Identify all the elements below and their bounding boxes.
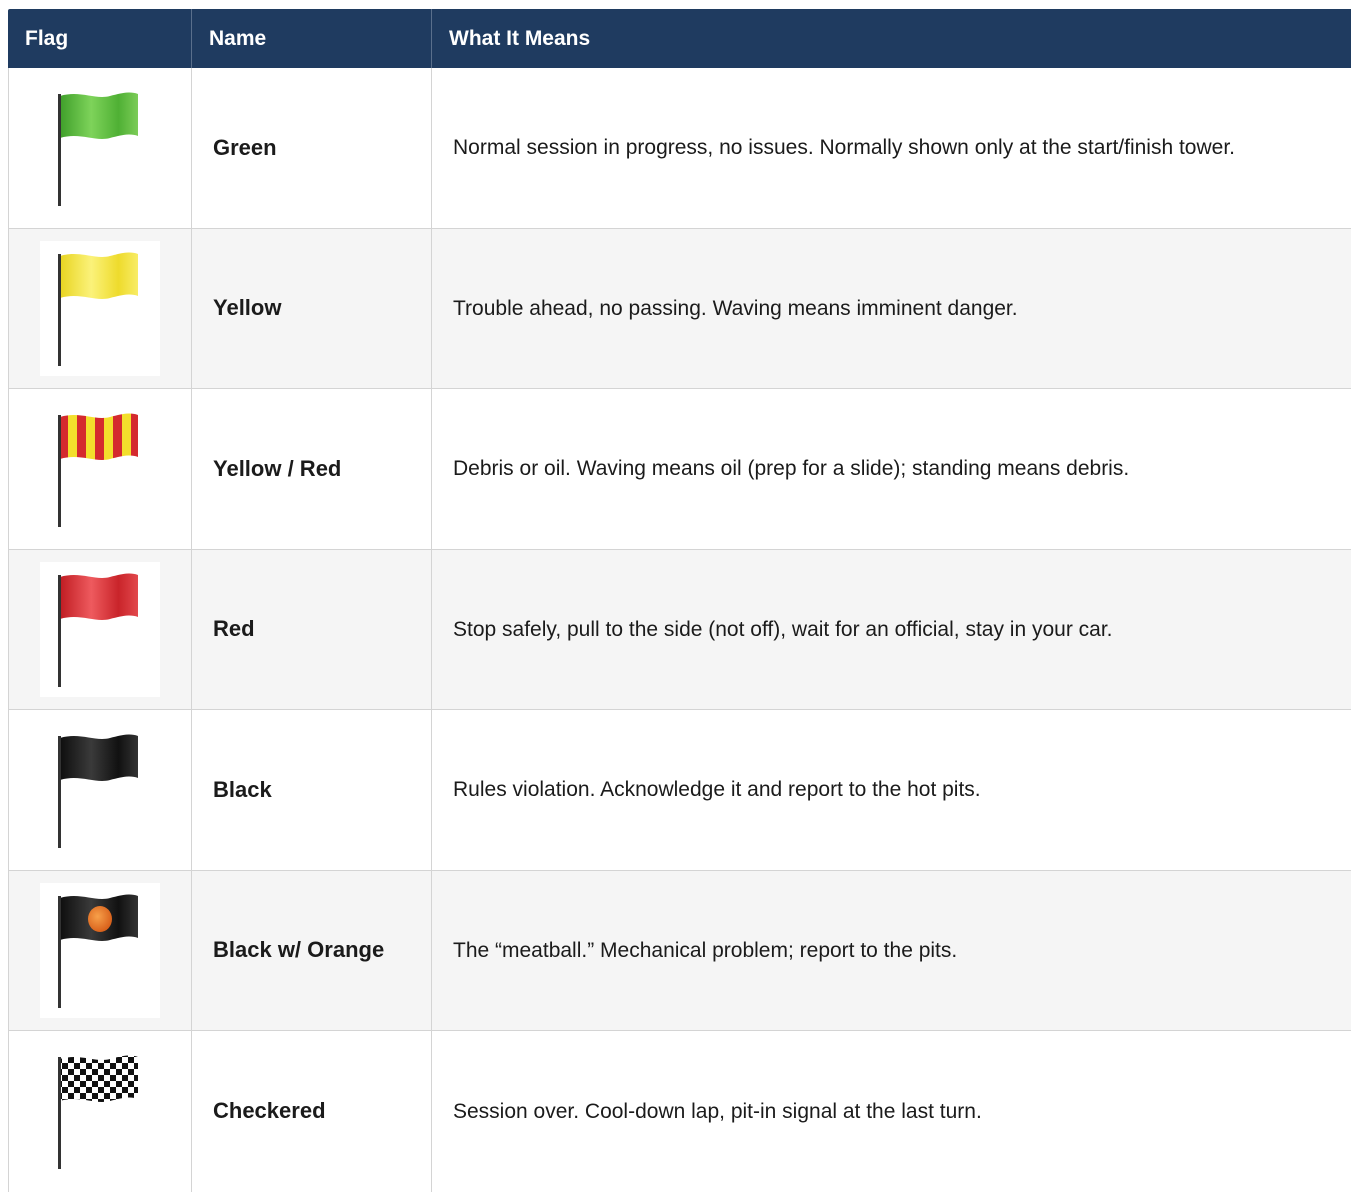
flag-meaning: Session over. Cool-down lap, pit-in sign… [431, 1031, 1351, 1192]
flag-name: Checkered [191, 1031, 431, 1192]
flag-name: Black w/ Orange [191, 870, 431, 1030]
table-row: Yellow / Red Debris or oil. Waving means… [8, 389, 1351, 550]
table-row: Black Rules violation. Acknowledge it an… [8, 710, 1351, 871]
flag-meaning: The “meatball.” Mechanical problem; repo… [431, 870, 1351, 1030]
yellow-flag-icon [58, 252, 138, 367]
flag-name: Yellow / Red [191, 389, 431, 549]
flag-cell [8, 1031, 191, 1192]
black-orange-meatball-flag-icon [58, 894, 138, 1009]
table-header: Flag Name What It Means [8, 9, 1351, 68]
green-flag-icon [58, 92, 138, 206]
flag-name: Red [191, 549, 431, 709]
flag-name: Green [191, 68, 431, 228]
flag-cell [8, 870, 191, 1030]
flag-cell [8, 228, 191, 388]
flag-name: Yellow [191, 228, 431, 388]
flag-cell [8, 549, 191, 709]
flag-meaning: Trouble ahead, no passing. Waving means … [431, 228, 1351, 388]
header-meaning: What It Means [431, 9, 1351, 68]
red-flag-icon [58, 573, 138, 688]
table-row: Checkered Session over. Cool-down lap, p… [8, 1031, 1351, 1192]
flag-meaning: Rules violation. Acknowledge it and repo… [431, 710, 1351, 870]
table-row: Green Normal session in progress, no iss… [8, 68, 1351, 229]
black-flag-icon [58, 734, 138, 848]
checkered-flag-icon [58, 1055, 138, 1170]
flag-cell [8, 389, 191, 549]
flag-table: Flag Name What It Means Green Normal ses… [8, 9, 1351, 1192]
yellow-red-striped-flag-icon [58, 413, 138, 527]
table-row: Black w/ Orange The “meatball.” Mechanic… [8, 870, 1351, 1031]
header-flag: Flag [25, 26, 69, 50]
flag-meaning: Debris or oil. Waving means oil (prep fo… [431, 389, 1351, 549]
table-row: Red Stop safely, pull to the side (not o… [8, 549, 1351, 710]
flag-cell [8, 68, 191, 228]
flag-name: Black [191, 710, 431, 870]
table-row: Yellow Trouble ahead, no passing. Waving… [8, 228, 1351, 389]
header-name: Name [191, 9, 431, 68]
flag-cell [8, 710, 191, 870]
flag-meaning: Stop safely, pull to the side (not off),… [431, 549, 1351, 709]
flag-meaning: Normal session in progress, no issues. N… [431, 68, 1351, 228]
